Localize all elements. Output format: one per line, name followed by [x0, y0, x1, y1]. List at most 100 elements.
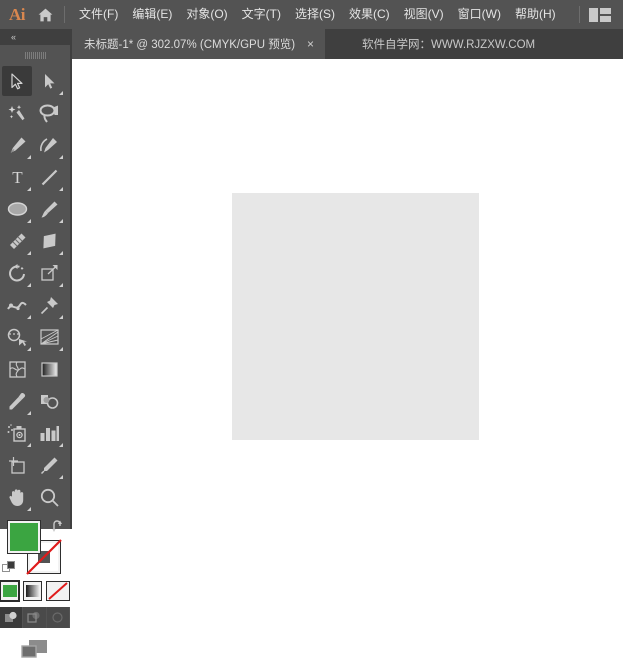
- draw-normal-button[interactable]: [0, 607, 23, 628]
- ellipse-tool[interactable]: [2, 194, 32, 224]
- home-glyph: [37, 7, 54, 23]
- flyout-indicator-icon: [27, 315, 31, 319]
- width-warp-icon: [7, 296, 28, 315]
- type-tool[interactable]: T: [2, 162, 32, 192]
- flyout-indicator-icon: [27, 443, 31, 447]
- eraser-icon: [39, 233, 60, 250]
- menu-item-view[interactable]: 视图(V): [397, 4, 451, 25]
- home-icon[interactable]: [30, 0, 60, 29]
- menu-item-file[interactable]: 文件(F): [72, 4, 125, 25]
- tool-row: [0, 97, 70, 129]
- tools-grid: T: [0, 62, 70, 513]
- magic-wand-icon: [8, 104, 27, 123]
- draw-normal-icon: [4, 611, 19, 624]
- flyout-indicator-icon: [59, 155, 63, 159]
- collapse-panel-button[interactable]: «: [0, 29, 26, 45]
- bar-graph-icon: [39, 424, 60, 443]
- document-tab-bar: 未标题-1* @ 302.07% (CMYK/GPU 预览) × 软件自学网：W…: [0, 29, 623, 59]
- menu-item-window[interactable]: 窗口(W): [451, 4, 508, 25]
- flyout-indicator-icon: [27, 219, 31, 223]
- workspace-separator: [579, 6, 580, 23]
- rotate-tool[interactable]: [2, 258, 32, 288]
- fill-swatch[interactable]: [8, 521, 40, 553]
- magic-wand-tool[interactable]: [2, 98, 32, 128]
- site-watermark-text: 软件自学网：WWW.RJZXW.COM: [362, 29, 535, 59]
- symbol-sprayer-tool[interactable]: [2, 418, 32, 448]
- hand-icon: [8, 488, 27, 507]
- perspective-grid-tool[interactable]: [34, 322, 64, 352]
- eyedropper-tool[interactable]: [2, 386, 32, 416]
- flyout-indicator-icon: [59, 219, 63, 223]
- document-tab-title: 未标题-1* @ 302.07% (CMYK/GPU 预览): [84, 36, 295, 52]
- direct-selection-tool[interactable]: [34, 66, 64, 96]
- none-swatch-icon: [47, 582, 69, 600]
- screen-mode-icon[interactable]: [20, 638, 50, 660]
- selection-tool[interactable]: [2, 66, 32, 96]
- blend-tool[interactable]: [34, 386, 64, 416]
- tool-row: [0, 449, 70, 481]
- curvature-tool[interactable]: [34, 130, 64, 160]
- magnifier-icon: [40, 488, 59, 507]
- line-segment-tool[interactable]: [34, 162, 64, 192]
- curvature-icon: [39, 136, 59, 155]
- fill-stroke-control: [0, 517, 70, 579]
- slice-tool[interactable]: [34, 450, 64, 480]
- draw-mode-group: [0, 607, 70, 628]
- width-tool[interactable]: [2, 290, 32, 320]
- workspace-switcher-icon[interactable]: [589, 8, 611, 22]
- menu-item-object[interactable]: 对象(O): [179, 4, 234, 25]
- eraser-tool[interactable]: [34, 226, 64, 256]
- lasso-icon: [39, 104, 59, 123]
- type-icon: T: [9, 168, 26, 186]
- menu-item-select[interactable]: 选择(S): [288, 4, 342, 25]
- column-graph-tool[interactable]: [34, 418, 64, 448]
- screen-mode-control: [0, 638, 70, 660]
- flyout-indicator-icon: [59, 347, 63, 351]
- gradient-mode-button[interactable]: [23, 581, 42, 601]
- flyout-indicator-icon: [27, 251, 31, 255]
- color-mode-button[interactable]: [0, 581, 19, 601]
- document-tab-active[interactable]: 未标题-1* @ 302.07% (CMYK/GPU 预览) ×: [72, 29, 325, 59]
- eyedropper-icon: [8, 392, 27, 411]
- flyout-indicator-icon: [27, 283, 31, 287]
- none-mode-button[interactable]: [46, 581, 70, 601]
- draw-inside-button[interactable]: [47, 607, 70, 628]
- menu-item-effect[interactable]: 效果(C): [342, 4, 397, 25]
- gradient-tool[interactable]: [34, 354, 64, 384]
- zoom-tool[interactable]: [34, 482, 64, 512]
- pushpin-icon: [40, 296, 59, 315]
- shape-builder-tool[interactable]: [2, 322, 32, 352]
- free-transform-tool[interactable]: [34, 290, 64, 320]
- mesh-tool[interactable]: [2, 354, 32, 384]
- tool-row: [0, 129, 70, 161]
- drag-grip-icon[interactable]: [0, 45, 70, 62]
- flyout-indicator-icon: [27, 155, 31, 159]
- lasso-tool[interactable]: [34, 98, 64, 128]
- hand-tool[interactable]: [2, 482, 32, 512]
- menu-separator: [64, 6, 65, 23]
- draw-behind-icon: [27, 611, 42, 624]
- draw-behind-button[interactable]: [23, 607, 46, 628]
- artboard[interactable]: [232, 193, 479, 440]
- perspective-grid-icon: [39, 328, 60, 347]
- flyout-indicator-icon: [59, 475, 63, 479]
- swap-fill-stroke-icon[interactable]: [52, 519, 66, 533]
- shaper-tool[interactable]: [2, 226, 32, 256]
- flyout-indicator-icon: [27, 411, 31, 415]
- paintbrush-tool[interactable]: [34, 194, 64, 224]
- draw-inside-icon: [50, 611, 65, 624]
- artboard-tool[interactable]: [2, 450, 32, 480]
- scale-tool[interactable]: [34, 258, 64, 288]
- menu-item-type[interactable]: 文字(T): [235, 4, 288, 25]
- canvas-area[interactable]: [72, 59, 623, 529]
- pen-tool[interactable]: [2, 130, 32, 160]
- ws-block-top: [600, 8, 611, 14]
- flyout-indicator-icon: [59, 443, 63, 447]
- default-fill-stroke-icon[interactable]: [2, 561, 16, 575]
- ellipse-icon: [7, 201, 28, 217]
- close-icon[interactable]: ×: [305, 38, 316, 50]
- shaper-icon: [8, 232, 27, 251]
- menu-item-help[interactable]: 帮助(H): [508, 4, 563, 25]
- menu-item-edit[interactable]: 编辑(E): [125, 4, 179, 25]
- flyout-indicator-icon: [59, 315, 63, 319]
